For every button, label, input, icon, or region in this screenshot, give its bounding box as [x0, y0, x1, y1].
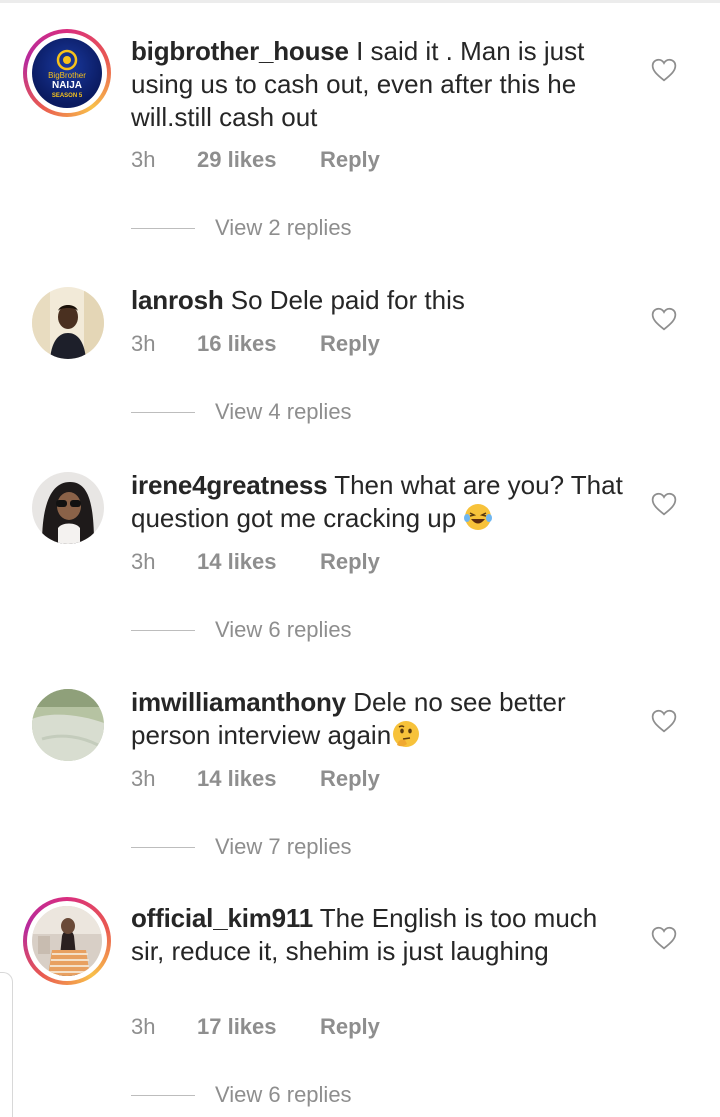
avatar-photo [32, 472, 104, 544]
comment-meta: 3h 14 likes Reply [131, 549, 380, 575]
avatar[interactable]: BigBrother NAIJA SEASON 5 [23, 29, 111, 117]
view-replies-label: View 2 replies [215, 215, 352, 240]
likes-count[interactable]: 29 likes [197, 147, 320, 173]
avatar[interactable] [23, 897, 111, 985]
comment-text-block: imwilliamanthony Dele no see better pers… [131, 686, 631, 752]
view-replies-label: View 6 replies [215, 1082, 352, 1107]
avatar[interactable] [32, 689, 104, 761]
comment-text-block: lanrosh So Dele paid for this [131, 284, 631, 317]
avatar[interactable] [32, 287, 104, 359]
thinking-face-emoji [393, 721, 420, 747]
reply-button[interactable]: Reply [320, 331, 380, 357]
comment-text-block: official_kim911 The English is too much … [131, 902, 631, 968]
replies-divider [131, 1094, 195, 1096]
username[interactable]: official_kim911 [131, 903, 313, 933]
avatar-photo [32, 906, 102, 976]
comment-meta: 3h 29 likes Reply [131, 147, 380, 173]
avatar-photo [32, 689, 104, 761]
heart-icon[interactable] [651, 926, 677, 950]
view-replies-label: View 4 replies [215, 399, 352, 424]
heart-icon[interactable] [651, 492, 677, 516]
view-replies-button[interactable]: View 2 replies [131, 215, 352, 241]
comment-meta: 3h 14 likes Reply [131, 766, 380, 792]
username[interactable]: irene4greatness [131, 470, 328, 500]
reply-button[interactable]: Reply [320, 1014, 380, 1040]
replies-divider [131, 629, 195, 631]
view-replies-button[interactable]: View 6 replies [131, 1082, 352, 1108]
comment-meta: 3h 17 likes Reply [131, 1014, 380, 1040]
comment-time: 3h [131, 1014, 156, 1039]
replies-divider [131, 227, 195, 229]
comment-text: So Dele paid for this [230, 285, 465, 315]
likes-count[interactable]: 14 likes [197, 766, 320, 792]
likes-count[interactable]: 14 likes [197, 549, 320, 575]
comment-time: 3h [131, 331, 156, 356]
comment-time: 3h [131, 549, 156, 574]
view-replies-button[interactable]: View 4 replies [131, 399, 352, 425]
likes-count[interactable]: 16 likes [197, 331, 320, 357]
comment-meta: 3h 16 likes Reply [131, 331, 380, 357]
username[interactable]: lanrosh [131, 285, 224, 315]
comment-time: 3h [131, 766, 156, 791]
likes-count[interactable]: 17 likes [197, 1014, 320, 1040]
username[interactable]: imwilliamanthony [131, 687, 346, 717]
reply-button[interactable]: Reply [320, 549, 380, 575]
view-replies-button[interactable]: View 6 replies [131, 617, 352, 643]
heart-icon[interactable] [651, 709, 677, 733]
replies-divider [131, 846, 195, 848]
svg-text:NAIJA: NAIJA [52, 80, 82, 91]
comment-text-block: bigbrother_house I said it . Man is just… [131, 35, 631, 134]
svg-text:SEASON 5: SEASON 5 [52, 93, 83, 99]
avatar[interactable] [32, 472, 104, 544]
top-divider [0, 0, 720, 3]
bbn-logo: BigBrother NAIJA SEASON 5 [48, 49, 86, 99]
replies-divider [131, 411, 195, 413]
svg-text:BigBrother: BigBrother [48, 71, 86, 80]
reply-button[interactable]: Reply [320, 766, 380, 792]
comment-time: 3h [131, 147, 156, 172]
side-panel-edge [0, 972, 13, 1117]
view-replies-label: View 7 replies [215, 834, 352, 859]
username[interactable]: bigbrother_house [131, 36, 349, 66]
avatar-photo [32, 287, 104, 359]
view-replies-label: View 6 replies [215, 617, 352, 642]
laughing-tears-emoji [464, 504, 493, 530]
heart-icon[interactable] [651, 307, 677, 331]
comment-text-block: irene4greatness Then what are you? That … [131, 469, 631, 535]
reply-button[interactable]: Reply [320, 147, 380, 173]
heart-icon[interactable] [651, 58, 677, 82]
view-replies-button[interactable]: View 7 replies [131, 834, 352, 860]
